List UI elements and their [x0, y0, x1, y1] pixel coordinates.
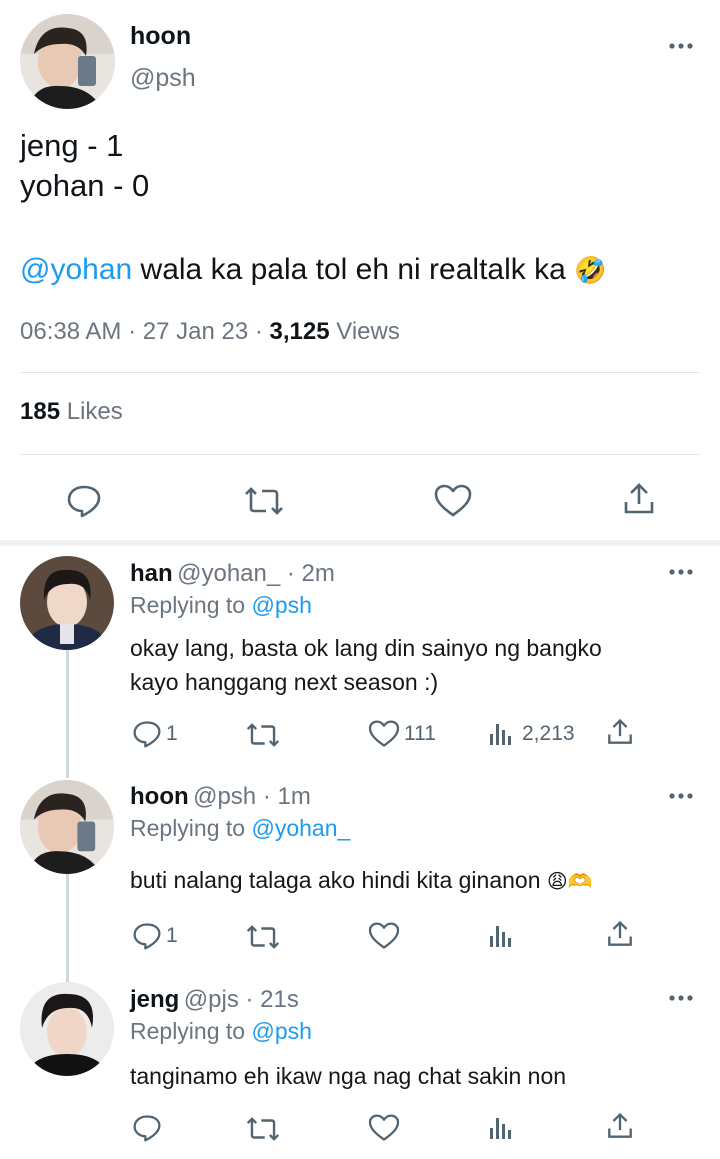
likes-label: Likes	[66, 398, 123, 425]
like-count: 111	[404, 722, 436, 745]
replying-handle[interactable]: @yohan_	[251, 815, 350, 841]
reply-author-name[interactable]: hoon	[130, 783, 189, 810]
more-options-icon[interactable]	[668, 792, 694, 800]
views-count: 2,213	[522, 722, 575, 745]
reply-icon[interactable]	[132, 1114, 162, 1142]
views-icon[interactable]	[488, 922, 514, 948]
retweet-icon[interactable]	[244, 486, 284, 516]
meta-dot: ·	[128, 318, 137, 345]
reply-author-name[interactable]: jeng	[130, 986, 179, 1013]
reply-count: 1	[166, 722, 178, 745]
tweet-text: wala ka pala tol eh ni realtalk ka	[132, 253, 566, 286]
tweet-date[interactable]: 27 Jan 23	[143, 318, 248, 345]
reply-header: jeng @pjs · 21s	[130, 986, 299, 1014]
more-options-icon[interactable]	[668, 42, 694, 50]
author-handle[interactable]: @psh	[130, 64, 196, 93]
avatar-hoon[interactable]	[20, 14, 115, 109]
replying-to: Replying to @yohan_	[130, 815, 350, 842]
avatar-han[interactable]	[20, 556, 114, 650]
replying-handle[interactable]: @psh	[251, 592, 311, 618]
like-icon[interactable]	[368, 1114, 400, 1142]
tweet-line-1: jeng - 1	[20, 128, 124, 163]
share-icon[interactable]	[606, 920, 634, 948]
more-options-icon[interactable]	[668, 994, 694, 1002]
mention-link[interactable]: @yohan	[20, 253, 132, 286]
replying-prefix: Replying to	[130, 815, 246, 841]
views-count: 3,125	[269, 318, 330, 345]
more-options-icon[interactable]	[668, 568, 694, 576]
thread-connector	[66, 874, 69, 982]
replying-to: Replying to @psh	[130, 1018, 312, 1045]
avatar-jeng[interactable]	[20, 982, 114, 1076]
reply-emoji: 😩🫶	[546, 871, 593, 893]
replying-prefix: Replying to	[130, 592, 246, 618]
reply-icon[interactable]	[66, 484, 102, 518]
like-icon[interactable]	[368, 922, 400, 950]
views-icon[interactable]	[488, 1114, 514, 1140]
like-icon[interactable]	[368, 720, 400, 748]
reply-handle-time[interactable]: @psh · 1m	[193, 783, 311, 810]
share-icon[interactable]	[606, 1112, 634, 1140]
share-icon[interactable]	[606, 718, 634, 746]
reply-handle-time[interactable]: @pjs · 21s	[184, 986, 299, 1013]
tweet-body: @yohan wala ka pala tol eh ni realtalk k…	[20, 250, 607, 290]
divider	[20, 454, 700, 455]
author-name[interactable]: hoon	[130, 22, 191, 51]
reply-text-line: tanginamo eh ikaw nga nag chat sakin non	[130, 1063, 567, 1089]
reply-text-line: kayo hanggang next season :)	[130, 669, 439, 695]
reply-header: han @yohan_ · 2m	[130, 560, 335, 588]
avatar-hoon[interactable]	[20, 780, 114, 874]
like-icon[interactable]	[434, 484, 472, 518]
tweet-line-2: yohan - 0	[20, 168, 150, 203]
reply-author-name[interactable]: han	[130, 560, 173, 587]
meta-dot: ·	[254, 318, 263, 345]
retweet-icon[interactable]	[246, 1116, 280, 1142]
reply-header: hoon @psh · 1m	[130, 783, 311, 811]
reply-icon[interactable]	[132, 720, 162, 748]
reply-icon[interactable]	[132, 922, 162, 950]
replying-prefix: Replying to	[130, 1018, 246, 1044]
reply-handle-time[interactable]: @yohan_ · 2m	[177, 560, 335, 587]
views-icon[interactable]	[488, 720, 514, 746]
likes-count: 185	[20, 398, 61, 425]
replying-to: Replying to @psh	[130, 592, 312, 619]
divider	[20, 372, 700, 373]
rofl-emoji: 🤣	[574, 255, 607, 285]
likes-stat[interactable]: 185 Likes	[20, 398, 123, 426]
retweet-icon[interactable]	[246, 722, 280, 748]
reply-text: buti nalang talaga ako hindi kita ginano…	[130, 867, 541, 893]
replying-handle[interactable]: @psh	[251, 1018, 311, 1044]
tweet-time[interactable]: 06:38 AM	[20, 318, 121, 345]
retweet-icon[interactable]	[246, 924, 280, 950]
reply-count: 1	[166, 924, 178, 947]
thread-connector	[66, 650, 69, 778]
reply-text-line: okay lang, basta ok lang din sainyo ng b…	[130, 635, 602, 661]
reply-text-line: buti nalang talaga ako hindi kita ginano…	[130, 862, 593, 900]
share-icon[interactable]	[622, 482, 656, 516]
tweet-meta: 06:38 AM · 27 Jan 23 · 3,125 Views	[20, 318, 400, 346]
section-gap	[0, 540, 720, 546]
views-label: Views	[336, 318, 400, 345]
